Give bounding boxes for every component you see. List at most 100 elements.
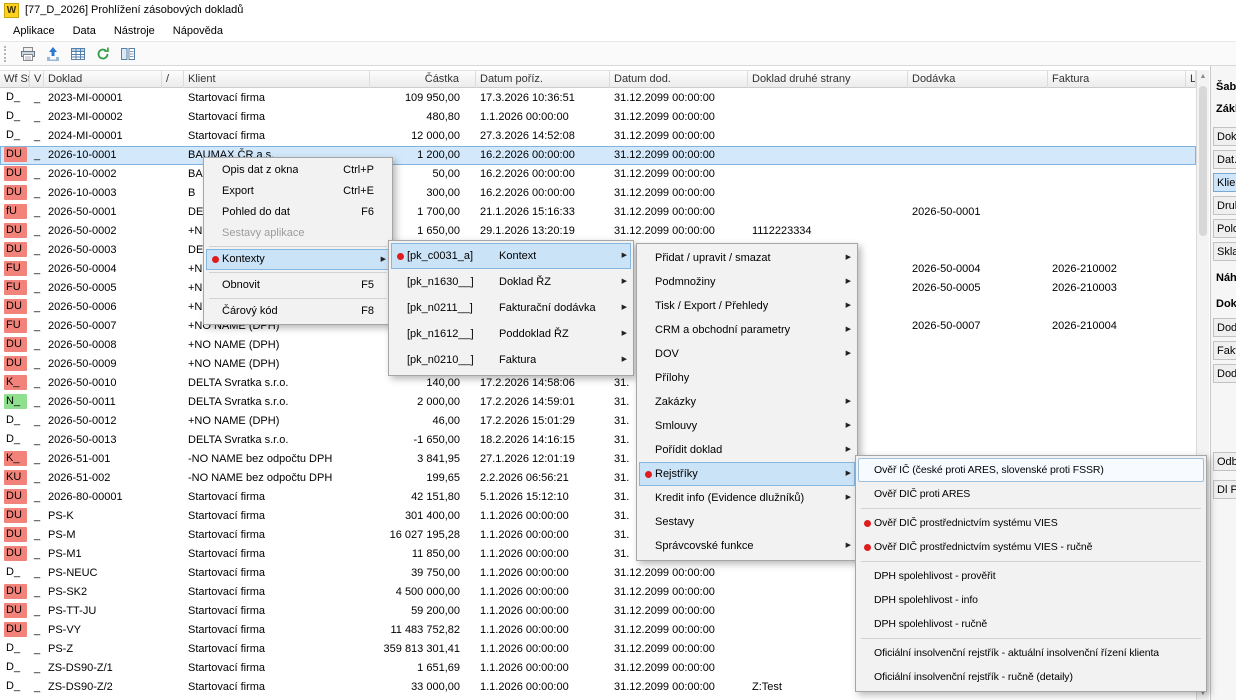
menu-item-pohled-do-dat[interactable]: Pohled do datF6 bbox=[206, 202, 390, 223]
side-panel-item-odb[interactable]: Odb bbox=[1213, 452, 1236, 471]
cell-wf: D_ bbox=[0, 678, 30, 697]
menu-item-tisk-export-prehledy[interactable]: Tisk / Export / Přehledy▶ bbox=[639, 294, 855, 318]
cell-castka: 12 000,00 bbox=[370, 127, 476, 146]
menu-item-label: Sestavy aplikace bbox=[222, 223, 305, 244]
cell-castka: 199,65 bbox=[370, 469, 476, 488]
menubar-item-nastroje[interactable]: Nástroje bbox=[105, 22, 164, 40]
menu-item-doklad-rz[interactable]: [pk_n1630__]Doklad ŘZ▶ bbox=[391, 269, 631, 295]
menu-item-rejstriky[interactable]: Rejstříky▶ bbox=[639, 462, 855, 486]
table-row[interactable]: D__2026-50-0013DELTA Svratka s.r.o.-1 65… bbox=[0, 431, 1196, 450]
column-header-faktura[interactable]: Faktura bbox=[1048, 71, 1186, 88]
wf-status-badge: DU bbox=[4, 242, 27, 257]
menu-item-label: Čárový kód bbox=[222, 301, 278, 322]
table-row[interactable]: D__2023-MI-00002Startovací firma480,801.… bbox=[0, 108, 1196, 127]
cell-datum_dod: 31.12.2099 00:00:00 bbox=[610, 678, 748, 697]
table-row[interactable]: N__2026-50-0011DELTA Svratka s.r.o.2 000… bbox=[0, 393, 1196, 412]
side-panel-item-sklad[interactable]: Sklad bbox=[1213, 242, 1236, 261]
column-header-doklad[interactable]: Doklad bbox=[44, 71, 162, 88]
scroll-up-icon[interactable]: ▲ bbox=[1197, 70, 1209, 83]
side-panel-item-faktu[interactable]: Faktu bbox=[1213, 341, 1236, 360]
side-panel-item-doda[interactable]: Dodá bbox=[1213, 318, 1236, 337]
wf-status-badge: DU bbox=[4, 489, 27, 504]
table-row[interactable]: DU_2026-10-0003B300,0016.2.2026 00:00:00… bbox=[0, 184, 1196, 203]
toolbar-grip[interactable] bbox=[4, 46, 10, 62]
menu-item-fakturacni-dodavka[interactable]: [pk_n0211__]Fakturační dodávka▶ bbox=[391, 295, 631, 321]
menu-item-dov[interactable]: DOV▶ bbox=[639, 342, 855, 366]
side-panel-item-dat-v[interactable]: Dat.v bbox=[1213, 150, 1236, 169]
table-row[interactable]: fU_2026-50-0001DE1 700,0021.1.2026 15:16… bbox=[0, 203, 1196, 222]
table-row[interactable]: DU_2026-10-0001BAUMAX ČR a.s.1 200,0016.… bbox=[0, 146, 1196, 165]
menu-item-label: Kontexty bbox=[222, 249, 265, 270]
menu-item-prilohy[interactable]: Přílohy bbox=[639, 366, 855, 390]
columns-icon[interactable] bbox=[118, 44, 138, 64]
table-row[interactable]: DU_2026-10-0002BA50,0016.2.2026 00:00:00… bbox=[0, 165, 1196, 184]
side-panel-item-klien[interactable]: Klien bbox=[1213, 173, 1236, 192]
menu-item-dph-spolehlivost-rucne[interactable]: DPH spolehlivost - ručně bbox=[858, 612, 1204, 636]
menu-item-dph-spolehlivost-proverit[interactable]: DPH spolehlivost - prověřit bbox=[858, 564, 1204, 588]
side-panel-item-druh[interactable]: Druh bbox=[1213, 196, 1236, 215]
menu-item-oficialni-insolvencni-rejstrik-aktualni-[interactable]: Oficiální insolvenční rejstřík - aktuáln… bbox=[858, 641, 1204, 665]
menu-item-oficialni-insolvencni-rejstrik-rucne-det[interactable]: Oficiální insolvenční rejstřík - ručně (… bbox=[858, 665, 1204, 689]
side-panel-item-doda[interactable]: Doda bbox=[1213, 364, 1236, 383]
menu-item-export[interactable]: ExportCtrl+E bbox=[206, 181, 390, 202]
column-header-dodavka[interactable]: Dodávka bbox=[908, 71, 1048, 88]
column-header-datum-poriz[interactable]: Datum poříz. bbox=[476, 71, 610, 88]
menu-item-poridit-doklad[interactable]: Pořídit doklad▶ bbox=[639, 438, 855, 462]
menu-item-podmnoziny[interactable]: Podmnožiny▶ bbox=[639, 270, 855, 294]
cell-wf: K_ bbox=[0, 374, 30, 393]
menu-item-dph-spolehlivost-info[interactable]: DPH spolehlivost - info bbox=[858, 588, 1204, 612]
menu-item-crm-a-obchodni-parametry[interactable]: CRM a obchodní parametry▶ bbox=[639, 318, 855, 342]
menu-item-poddoklad-rz[interactable]: [pk_n1612__]Poddoklad ŘZ▶ bbox=[391, 321, 631, 347]
menu-item-opis-dat-z-okna[interactable]: Opis dat z oknaCtrl+P bbox=[206, 160, 390, 181]
menu-item-zakazky[interactable]: Zakázky▶ bbox=[639, 390, 855, 414]
menu-item-kontext[interactable]: [pk_c0031_a]Kontext▶ bbox=[391, 243, 631, 269]
menu-item-faktura[interactable]: [pk_n0210__]Faktura▶ bbox=[391, 347, 631, 373]
scrollbar-thumb[interactable] bbox=[1199, 86, 1207, 236]
table-row[interactable]: D__2024-MI-00001Startovací firma12 000,0… bbox=[0, 127, 1196, 146]
menu-item-pridat-upravit-smazat[interactable]: Přidat / upravit / smazat▶ bbox=[639, 246, 855, 270]
table-row[interactable]: K__2026-50-0010DELTA Svratka s.r.o.140,0… bbox=[0, 374, 1196, 393]
side-panel-item-dl-p[interactable]: Dl P bbox=[1213, 480, 1236, 499]
red-bullet-icon bbox=[212, 256, 219, 263]
column-header-item[interactable]: / bbox=[162, 71, 184, 88]
menu-item-label: Ověř DIČ prostřednictvím systému VIES - … bbox=[874, 535, 1092, 559]
cell-datum_poriz: 29.1.2026 13:20:19 bbox=[476, 222, 610, 241]
menubar-item-data[interactable]: Data bbox=[64, 22, 105, 40]
menu-item-over-dic-proti-ares[interactable]: Ověř DIČ proti ARES bbox=[858, 482, 1204, 506]
menu-item-over-ic-ceske-proti-ares-slovenske-proti[interactable]: Ověř IČ (české proti ARES, slovenské pro… bbox=[858, 458, 1204, 482]
menu-item-sestavy[interactable]: Sestavy bbox=[639, 510, 855, 534]
table-row[interactable]: D__2026-50-0012+NO NAME (DPH)46,0017.2.2… bbox=[0, 412, 1196, 431]
cell-li bbox=[1186, 431, 1196, 450]
column-header-wf-stav[interactable]: Wf Stav bbox=[0, 71, 30, 88]
export-icon[interactable] bbox=[43, 44, 63, 64]
menubar-item-aplikace[interactable]: Aplikace bbox=[4, 22, 64, 40]
column-header-klient[interactable]: Klient bbox=[184, 71, 370, 88]
refresh-icon[interactable] bbox=[93, 44, 113, 64]
cell-li bbox=[1186, 89, 1196, 108]
column-header-doklad-druhe-strany[interactable]: Doklad druhé strany bbox=[748, 71, 908, 88]
menu-item-carovy-kod[interactable]: Čárový kódF8 bbox=[206, 301, 390, 322]
print-icon[interactable] bbox=[18, 44, 38, 64]
menu-item-over-dic-prostrednictvim-systemu-vies[interactable]: Ověř DIČ prostřednictvím systému VIES bbox=[858, 511, 1204, 535]
menu-item-spravcovske-funkce[interactable]: Správcovské funkce▶ bbox=[639, 534, 855, 558]
column-header-v[interactable]: V bbox=[30, 71, 44, 88]
side-panel-item-dokl[interactable]: Dokl bbox=[1213, 127, 1236, 146]
cell-doklad: PS-SK2 bbox=[44, 583, 162, 602]
menu-item-over-dic-prostrednictvim-systemu-vies-ru[interactable]: Ověř DIČ prostřednictvím systému VIES - … bbox=[858, 535, 1204, 559]
cell-datum_poriz: 27.3.2026 14:52:08 bbox=[476, 127, 610, 146]
cell-klient: Startovací firma bbox=[184, 507, 370, 526]
cell-sort bbox=[162, 146, 184, 165]
menubar-item-napoveda[interactable]: Nápověda bbox=[164, 22, 232, 40]
menu-item-smlouvy[interactable]: Smlouvy▶ bbox=[639, 414, 855, 438]
column-header-castka[interactable]: Částka bbox=[370, 71, 476, 88]
menu-item-kontexty[interactable]: Kontexty▶ bbox=[206, 249, 390, 270]
menu-item-obnovit[interactable]: ObnovitF5 bbox=[206, 275, 390, 296]
column-header-li[interactable]: Li bbox=[1186, 71, 1196, 88]
wf-status-badge: DU bbox=[4, 622, 27, 637]
menu-item-kredit-info-evidence-dluzniku[interactable]: Kredit info (Evidence dlužníků)▶ bbox=[639, 486, 855, 510]
table-icon[interactable] bbox=[68, 44, 88, 64]
side-panel-item-poloz[interactable]: Polož bbox=[1213, 219, 1236, 238]
column-header-datum-dod[interactable]: Datum dod. bbox=[610, 71, 748, 88]
table-row[interactable]: D__2023-MI-00001Startovací firma109 950,… bbox=[0, 89, 1196, 108]
table-row[interactable]: DU_2026-50-0002+N1 650,0029.1.2026 13:20… bbox=[0, 222, 1196, 241]
